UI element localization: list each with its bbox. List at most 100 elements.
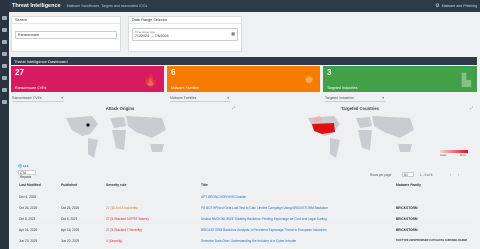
kpi-ransomware-cves[interactable]: 27 Ransomware CVEs 🔥 [11, 66, 164, 92]
expand-icon[interactable]: ⤢ [232, 105, 235, 110]
help-icon[interactable] [2, 100, 7, 104]
kpi-label: Malware Families [171, 86, 199, 90]
map-north-america [66, 116, 98, 136]
kpi-label: Targeted Industries [327, 86, 358, 90]
cell-title-link[interactable]: Selective Data Dive: Understanding the I… [201, 239, 391, 243]
kpi-label: Ransomware CVEs [15, 86, 47, 90]
user-icon[interactable] [2, 88, 7, 92]
cell-title-link[interactable]: APT-BRONCHOR/HVM Dossier [201, 195, 391, 199]
attack-origins-map[interactable] [58, 112, 176, 162]
targeted-countries-title: Targeted Countries [340, 106, 380, 111]
filter-label: Ransomware CVEs [12, 96, 42, 100]
map-target-usa [312, 123, 335, 134]
access-label[interactable]: Malware and Phishing [442, 4, 477, 8]
document-icon[interactable] [2, 64, 7, 68]
menu-icon[interactable] [2, 16, 7, 20]
cell-published: Oct 8, 2025 [61, 217, 78, 221]
filter-malware-families[interactable]: Malware Families ▾ [170, 96, 230, 102]
home-icon[interactable] [2, 28, 7, 32]
cell-modified: Dec 4, 2025 [19, 195, 37, 199]
map-australia [398, 144, 412, 152]
map-south-america [330, 138, 340, 158]
kpi-malware-families[interactable]: 6 Malware Families ✹ [167, 66, 320, 92]
page-size-label: Rows per page [370, 173, 392, 177]
cell-severity: 27 (5-Stacked 3 EPSF Bases) [106, 217, 149, 221]
cell-modified: Oct 8, 2025 [19, 217, 36, 221]
cell-modified: Oct 26, 2025 [19, 206, 38, 210]
cell-title-link[interactable]: PS BOTHPHost Gets Last Test to Gain Limi… [201, 206, 391, 210]
map-europe [356, 117, 372, 128]
targeted-countries-map[interactable] [300, 112, 430, 162]
map-color-legend [440, 150, 468, 153]
cell-family: BRICKSTORM [396, 217, 418, 221]
expand-icon[interactable]: ⤢ [470, 105, 473, 110]
filter-ransomware-cves[interactable]: Ransomware CVEs ▾ [12, 96, 64, 102]
page-size-select[interactable]: 50 [402, 172, 414, 177]
cell-published: Oct 26, 2025 [61, 206, 80, 210]
attack-origin-marker [86, 123, 90, 127]
column-header[interactable]: Last Modified [19, 181, 41, 189]
cell-published: Jun 20, 2025 [61, 239, 80, 243]
cell-published: Apr 16, 2025 [61, 228, 80, 232]
cell-modified: Jun 23, 2025 [19, 239, 38, 243]
map-asia [126, 116, 166, 138]
prev-page-icon[interactable]: ‹ [450, 173, 451, 177]
kpi-value: 27 [15, 68, 24, 77]
filter-targeted-industries[interactable]: Targeted Industries ▾ [325, 96, 385, 102]
factory-icon: ▙ [461, 73, 471, 87]
cell-severity: 4 (Severity) [106, 239, 123, 243]
chevron-down-icon: ▾ [61, 96, 63, 100]
date-range-label: Date Range Selector [129, 17, 241, 24]
map-australia [150, 144, 164, 152]
cell-family: DOCTYPE AWSPROWSER CATCHIOTA CHROMELOADE… [396, 239, 468, 242]
map-south-america [88, 138, 98, 158]
map-europe [110, 117, 126, 128]
filter-label: Targeted Industries [325, 96, 354, 100]
cell-title-link[interactable]: Urslina NMOONI-WIZE Stealthy Backdoor Pi… [201, 217, 391, 221]
column-header[interactable]: Title [201, 181, 208, 189]
cell-family: BRICKSTORM [396, 228, 418, 232]
column-header[interactable]: Severity rule [106, 181, 126, 189]
search-panel-label: Search [12, 17, 120, 24]
left-nav-rail [0, 0, 9, 249]
map-africa [112, 130, 126, 150]
date-range-field[interactable]: Time range type 7/1/2024 → 7/8/2024 ▦ [132, 28, 238, 41]
table-row[interactable]: Oct 8, 2025 Oct 8, 2025 27 (5-Stacked 3 … [11, 212, 477, 223]
cta-reports-button[interactable]: CTA Reports [18, 170, 36, 179]
cell-severity: 27 (5-Stacked 7 Severity) [106, 228, 142, 232]
app-subtitle: Malware Sandboxes, Targets and associate… [66, 4, 148, 8]
date-range-panel: Date Range Selector Time range type 7/1/… [128, 16, 242, 52]
cell-title-link[interactable]: BRICKSTORM Backdoor Analysis: A Persiste… [201, 228, 391, 232]
column-header[interactable]: Malware Family [396, 181, 421, 189]
attack-origins-title: Attack Origins [105, 106, 135, 111]
table-row[interactable]: Dec 4, 2025 APT-BRONCHOR/HVM Dossier [11, 190, 477, 201]
column-header[interactable]: Published [61, 181, 77, 189]
legend-high-label: Most [460, 154, 466, 157]
app-header: Threat Intelligence Malware Sandboxes, T… [9, 0, 480, 12]
cell-severity: 27 (10-Ext 8 Incidents) [106, 206, 139, 210]
calendar-icon[interactable]: ▦ [231, 31, 235, 36]
date-range-value: 7/1/2024 → 7/8/2024 [135, 34, 169, 38]
dashboard-title: Threat Intelligence Dashboard [11, 57, 477, 65]
table-row[interactable]: Oct 26, 2025 Oct 26, 2025 27 (10-Ext 8 I… [11, 201, 477, 212]
next-page-icon[interactable]: › [458, 173, 459, 177]
table-row[interactable]: Jun 23, 2025 Jun 20, 2025 4 (Severity) S… [11, 234, 477, 245]
filter-label: Malware Families [170, 96, 197, 100]
kpi-value: 3 [327, 68, 332, 77]
cell-family: BRICKSTORM [396, 206, 418, 210]
flame-icon: 🔥 [143, 73, 158, 87]
map-attribution-logo: 🌐 ●●● [18, 164, 29, 168]
kpi-targeted-industries[interactable]: 3 Targeted Industries ▙ [323, 66, 477, 92]
search-input[interactable]: Ransomware [15, 31, 117, 39]
app-title: Threat Intelligence [12, 3, 61, 9]
table-row[interactable]: Apr 16, 2025 Apr 16, 2025 27 (5-Stacked … [11, 223, 477, 234]
bug-icon: ✹ [303, 73, 314, 87]
grid-icon[interactable] [2, 52, 7, 56]
gear-icon[interactable]: ⚙ [435, 3, 439, 9]
settings-icon[interactable] [2, 76, 7, 80]
chevron-down-icon: ▾ [382, 96, 384, 100]
share-icon[interactable] [2, 40, 7, 44]
cell-modified: Apr 16, 2025 [19, 228, 38, 232]
pagination-range: 1 - 6 of 6 [420, 173, 433, 177]
kpi-value: 6 [171, 68, 176, 77]
